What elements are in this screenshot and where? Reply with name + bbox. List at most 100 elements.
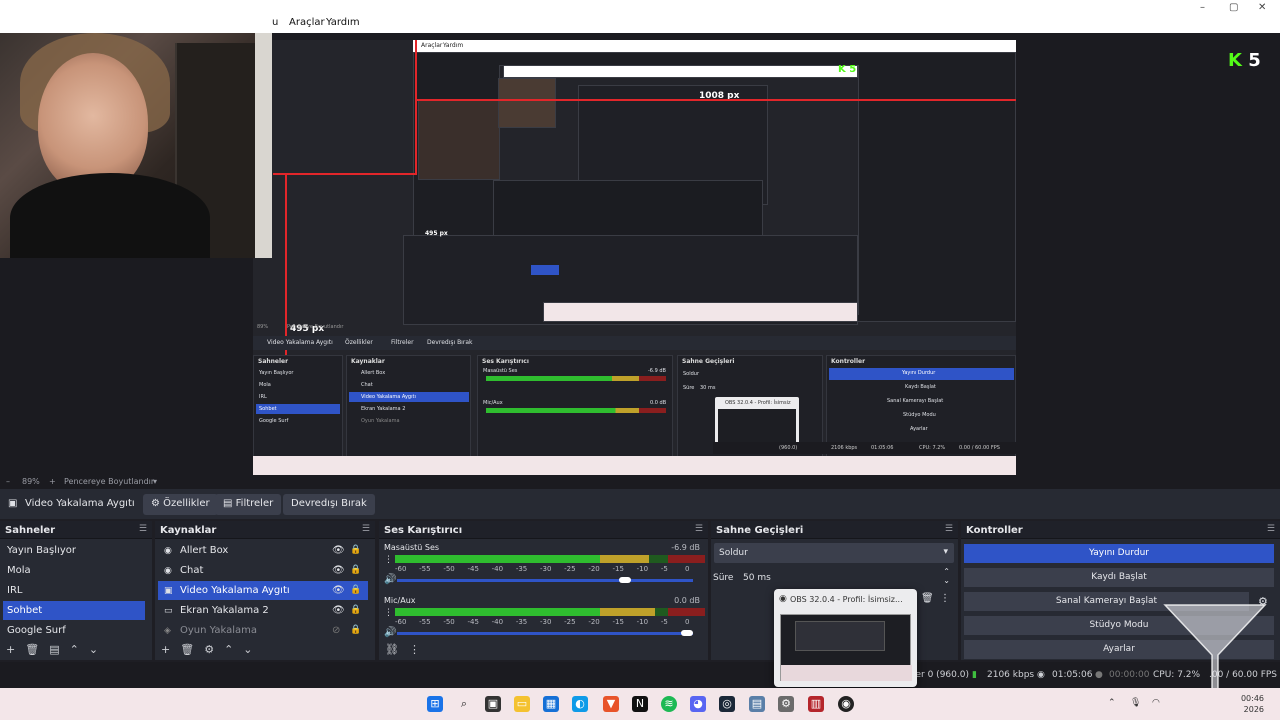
popup-thumbnail[interactable] [780,614,912,681]
dock-menu-icon[interactable]: ☰ [945,524,953,534]
dock-menu-icon[interactable]: ☰ [1267,524,1275,534]
mini-mixer-dock: Ses Karıştırıcı Masaüstü Ses -6.9 dB Mic… [477,355,673,460]
scale-tick: -30 [540,565,552,573]
lock-icon[interactable]: 🔒 [350,585,361,595]
slider-knob[interactable] [618,577,631,583]
speaker-icon[interactable]: 🔊 [384,627,396,638]
system-clock[interactable]: 00:46 2026 [1241,693,1264,715]
dock-menu-icon[interactable]: ☰ [139,524,147,534]
menu-help[interactable]: Yardım [326,17,360,28]
add-icon[interactable]: + [6,643,15,656]
eye-icon[interactable]: 👁 [332,565,345,576]
fit-to-window[interactable]: Pencereye Boyutlandır [64,477,154,486]
link-icon[interactable]: ⛓ [385,643,399,656]
eye-icon[interactable]: 👁 [332,605,345,616]
scale-tick: -50 [443,618,455,626]
properties-button[interactable]: ⚙ Özellikler [143,494,218,515]
windows-start-icon[interactable]: ⊞ [427,696,443,712]
lock-icon[interactable]: 🔒 [350,545,361,555]
deactivate-label: Devredışı Bırak [291,498,367,509]
scale-tick: -45 [467,565,479,573]
photos-icon[interactable]: ▤ [749,696,765,712]
mini-source-toolbar: Video Yakalama Aygıtı Özellikler Filtrel… [253,336,1016,350]
spotify-icon[interactable]: ≋ [661,696,677,712]
obs-icon: ◉ [779,594,787,604]
more-options-icon[interactable]: ⋮ [940,593,950,604]
start-recording-button[interactable]: Kaydı Başlat [964,568,1274,587]
filter-icon[interactable]: ▤ [49,643,59,656]
steam-icon[interactable]: ◎ [719,696,735,712]
trash-icon[interactable]: 🗑 [921,593,934,604]
deactivate-button[interactable]: Devredışı Bırak [283,494,375,515]
lock-icon[interactable]: 🔒 [350,565,361,575]
mini-source-0: Allert Box [361,370,386,376]
duration-input[interactable]: 50 ms ⌃ ⌄ [738,567,954,587]
notion-icon[interactable]: N [632,696,648,712]
speaker-icon[interactable]: 🔊 [384,574,396,585]
gear-icon[interactable]: ⚙ [204,643,214,656]
preview-canvas[interactable]: Araçlar Yardım K 5 1008 px 495 px 495 px… [0,33,1280,476]
maximize-icon[interactable]: ▢ [1229,2,1238,13]
arrow-up-icon[interactable]: ⌃ [70,643,79,656]
task-view-icon[interactable]: ▣ [485,696,501,712]
menu-bar: u Araçlar Yardım – ▢ ✕ [0,0,1280,33]
eye-icon[interactable]: 👁 [332,545,345,556]
settings-gear-icon[interactable]: ⚙ [778,696,794,712]
record-time: 00:00:00 [1109,670,1150,680]
slider-knob[interactable] [681,630,693,636]
mini-scenes-dock: Sahneler Yayın Başlıyor Mola IRL Sohbet … [253,355,343,460]
trash-icon[interactable]: 🗑 [180,643,194,656]
stop-stream-button[interactable]: Yayını Durdur [964,544,1274,563]
more-options-icon[interactable]: ⋮ [384,608,393,618]
mini-status-bar: (960.0) 2106 kbps 01:05:06 CPU: 7.2% 0.0… [713,442,1016,454]
scene-item-2[interactable]: IRL [3,581,145,600]
obs-taskbar-icon[interactable]: ◉ [838,696,854,712]
file-explorer-icon[interactable]: ▭ [514,696,530,712]
chevron-down-icon[interactable]: ▾ [153,477,157,486]
mic-slider[interactable] [397,630,693,636]
mini-cpu: CPU: 7.2% [919,445,946,451]
arrow-down-icon[interactable]: ⌄ [89,643,98,656]
edge-icon[interactable]: ◐ [572,696,588,712]
stepper-up-icon[interactable]: ⌃ [943,567,950,576]
mic-icon[interactable]: 🎙 [1130,698,1141,708]
eye-icon[interactable]: 👁 [332,585,345,596]
add-icon[interactable]: + [161,643,170,656]
stepper-down-icon[interactable]: ⌄ [943,576,950,585]
filters-button[interactable]: ▤ Filtreler [215,494,282,515]
scene-item-3[interactable]: Sohbet [3,601,145,620]
trash-icon[interactable]: 🗑 [25,643,39,656]
eye-hidden-icon[interactable]: ⊘ [332,625,340,636]
app-red-icon[interactable]: ▥ [808,696,824,712]
lock-icon[interactable]: 🔒 [350,625,361,635]
discord-icon[interactable]: ◕ [690,696,706,712]
mini-mixer-title: Ses Karıştırıcı [482,358,529,365]
search-icon[interactable]: ⌕ [456,696,472,712]
store-icon[interactable]: ▦ [543,696,559,712]
close-icon[interactable]: ✕ [1258,2,1266,13]
desktop-audio-slider[interactable] [397,577,693,583]
mini-mic-db: 0.0 dB [650,400,667,406]
transition-select[interactable]: Soldur ▾ [714,543,954,563]
arrow-up-icon[interactable]: ⌃ [224,643,233,656]
arrow-down-icon[interactable]: ⌄ [243,643,252,656]
dock-menu-icon[interactable]: ☰ [362,524,370,534]
scene-item-0[interactable]: Yayın Başlıyor [3,541,145,560]
lock-icon[interactable]: 🔒 [350,605,361,615]
wifi-icon[interactable]: ◠ [1152,698,1160,708]
mini-fade: Soldur [683,371,700,377]
more-options-icon[interactable]: ⋮ [384,555,393,565]
minimize-icon[interactable]: – [1200,2,1205,13]
scene-item-4[interactable]: Google Surf [3,621,145,640]
zoom-out-button[interactable]: – [6,477,10,486]
menu-tools[interactable]: Araçlar [289,17,325,28]
taskbar-preview-popup[interactable]: ◉ OBS 32.0.4 - Profil: İsimsiz... [774,589,917,687]
chevron-up-icon[interactable]: ⌃ [1108,698,1116,708]
scene-item-1[interactable]: Mola [3,561,145,580]
dock-menu-icon[interactable]: ☰ [695,524,703,534]
more-options-icon[interactable]: ⋮ [409,643,420,656]
menu-partial[interactable]: u [272,17,278,28]
scale-tick: -55 [419,618,431,626]
brave-icon[interactable]: ▼ [603,696,619,712]
zoom-in-button[interactable]: + [49,477,56,486]
